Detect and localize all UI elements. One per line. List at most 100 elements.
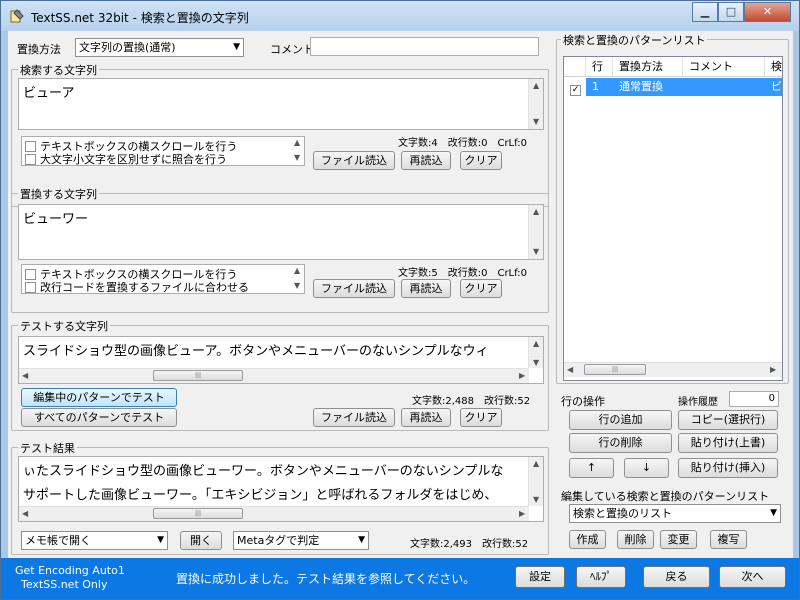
scroll-thumb[interactable]: ||| <box>584 364 646 375</box>
scroll-up-icon[interactable]: ▲ <box>533 81 539 90</box>
search-textarea[interactable]: ビューア ▲ ▼ <box>18 78 544 130</box>
close-button[interactable]: ✕ <box>744 2 791 22</box>
create-list-button[interactable]: 作成 <box>569 530 606 549</box>
paste-overwrite-button[interactable]: 貼り付け(上書) <box>678 433 778 453</box>
app-window: TextSS.net 32bit - 検索と置換の文字列 ▁ □ ✕ 置換方法 … <box>0 0 800 600</box>
editing-list-select[interactable]: 検索と置換のリスト ▼ <box>569 504 781 523</box>
table-row[interactable]: ✓ 1 通常置換 ビ <box>564 78 782 96</box>
column-header-check[interactable] <box>564 57 586 77</box>
open-with-select[interactable]: メモ帳で開く ▼ <box>21 531 168 550</box>
help-button[interactable]: ﾍﾙﾌﾟ <box>576 566 626 588</box>
chevron-down-icon: ▼ <box>157 535 164 545</box>
search-load-file-button[interactable]: ファイル読込 <box>313 151 395 170</box>
search-reload-button[interactable]: 再読込 <box>401 151 451 170</box>
search-option-ignore-case[interactable]: 大文字小文字を区別せずに照合を行う <box>25 151 227 166</box>
copy-selected-button[interactable]: コピー(選択行) <box>678 410 778 430</box>
scroll-down-icon[interactable]: ▼ <box>294 153 300 162</box>
replace-clear-button[interactable]: クリア <box>460 279 502 298</box>
replace-option-newline[interactable]: 改行コードを置換するファイルに合わせる <box>25 279 249 294</box>
editing-list-title: 編集している検索と置換のパターンリスト <box>561 490 770 503</box>
test-string-textarea[interactable]: スライドショウ型の画像ビューア。ボタンやメニューバーのないシンプルなウィ ▲ ▼… <box>18 336 544 384</box>
test-string-group: テストする文字列 スライドショウ型の画像ビューア。ボタンやメニューバーのないシン… <box>11 318 549 431</box>
scroll-thumb[interactable]: ||| <box>153 508 243 519</box>
search-option-ignore-case-label: 大文字小文字を区別せずに照合を行う <box>40 153 227 166</box>
duplicate-list-button[interactable]: 複写 <box>710 530 747 549</box>
scroll-down-icon[interactable]: ▼ <box>533 358 539 367</box>
paste-insert-button[interactable]: 貼り付け(挿入) <box>678 458 778 478</box>
test-reload-button[interactable]: 再読込 <box>401 408 451 427</box>
scroll-right-icon[interactable]: ▶ <box>770 365 776 374</box>
scroll-left-icon[interactable]: ◀ <box>22 371 28 380</box>
row-checkbox-cell[interactable]: ✓ <box>564 78 586 96</box>
scroll-down-icon[interactable]: ▼ <box>533 495 539 504</box>
title-bar: TextSS.net 32bit - 検索と置換の文字列 ▁ □ ✕ <box>1 1 799 31</box>
row-number-cell: 1 <box>592 80 599 93</box>
encoding-status: Get Encoding Auto1 <box>15 564 125 577</box>
scroll-up-icon[interactable]: ▲ <box>533 339 539 348</box>
checkbox-icon[interactable] <box>25 282 36 293</box>
encoding-judge-select[interactable]: Metaタグで判定 ▼ <box>233 531 369 550</box>
replace-load-file-button[interactable]: ファイル読込 <box>313 279 395 298</box>
delete-list-button[interactable]: 削除 <box>617 530 654 549</box>
pattern-list-view[interactable]: 行 置換方法 コメント 検 ✓ 1 通常置換 ビ ◀ ||| ▶ <box>563 56 783 381</box>
replace-option-hscroll[interactable]: テキストボックスの横スクロールを行う <box>25 266 237 281</box>
scroll-thumb[interactable]: ||| <box>153 370 243 381</box>
move-down-button[interactable]: ↓ <box>624 458 669 478</box>
change-list-button[interactable]: 変更 <box>660 530 697 549</box>
scroll-up-icon[interactable]: ▲ <box>294 138 300 147</box>
search-option-hscroll[interactable]: テキストボックスの横スクロールを行う <box>25 138 237 153</box>
test-all-patterns-button[interactable]: すべてのパターンでテスト <box>21 408 177 427</box>
column-header-method[interactable]: 置換方法 <box>613 57 683 77</box>
add-row-button[interactable]: 行の追加 <box>569 410 672 430</box>
test-string-hscrollbar[interactable]: ◀ ||| ▶ <box>19 368 529 383</box>
test-editing-pattern-button[interactable]: 編集中のパターンでテスト <box>21 388 177 407</box>
test-result-group-title: テスト結果 <box>18 440 77 456</box>
scroll-left-icon[interactable]: ◀ <box>567 365 573 374</box>
move-up-button[interactable]: ↑ <box>569 458 614 478</box>
chevron-down-icon: ▼ <box>233 42 240 52</box>
scroll-up-icon[interactable]: ▲ <box>294 266 300 275</box>
scroll-right-icon[interactable]: ▶ <box>519 371 525 380</box>
scroll-up-icon[interactable]: ▲ <box>533 207 539 216</box>
open-button[interactable]: 開く <box>180 531 222 550</box>
search-group-title: 検索する文字列 <box>18 62 99 78</box>
replace-vscrollbar[interactable]: ▲ ▼ <box>528 205 543 259</box>
test-load-file-button[interactable]: ファイル読込 <box>313 408 395 427</box>
scroll-down-icon[interactable]: ▼ <box>533 247 539 256</box>
test-result-textarea[interactable]: ぃたスライドショウ型の画像ビューワー。ボタンやメニューバーのないシンプルな サポ… <box>18 456 544 522</box>
next-button[interactable]: 次へ <box>719 566 786 588</box>
delete-row-button[interactable]: 行の削除 <box>569 433 672 453</box>
scroll-right-icon[interactable]: ▶ <box>519 509 525 518</box>
pattern-list-hscrollbar[interactable]: ◀ ||| ▶ <box>564 362 782 377</box>
test-result-hscrollbar[interactable]: ◀ ||| ▶ <box>19 506 529 521</box>
replace-group-title: 置換する文字列 <box>18 186 99 202</box>
checkbox-icon[interactable] <box>25 154 36 165</box>
search-clear-button[interactable]: クリア <box>460 151 502 170</box>
checked-checkbox-icon[interactable]: ✓ <box>570 85 581 96</box>
replace-stats: 文字数:5 改行数:0 CrLf:0 <box>398 268 528 279</box>
test-string-stats: 文字数:2,488 改行数:52 <box>412 396 531 407</box>
row-search-cell: ビ <box>771 80 782 93</box>
settings-button[interactable]: 設定 <box>515 566 565 588</box>
scroll-down-icon[interactable]: ▼ <box>533 117 539 126</box>
replace-textarea[interactable]: ビューワー ▲ ▼ <box>18 204 544 260</box>
test-clear-button[interactable]: クリア <box>460 408 502 427</box>
replace-method-select[interactable]: 文字列の置換(通常) ▼ <box>75 38 244 57</box>
column-header-row[interactable]: 行 <box>586 57 613 77</box>
back-button[interactable]: 戻る <box>643 566 710 588</box>
column-header-search[interactable]: 検 <box>765 57 782 77</box>
replace-method-label: 置換方法 <box>17 43 61 56</box>
test-string-vscrollbar[interactable]: ▲ ▼ <box>528 337 543 368</box>
scroll-left-icon[interactable]: ◀ <box>22 509 28 518</box>
scroll-up-icon[interactable]: ▲ <box>533 459 539 468</box>
scroll-down-icon[interactable]: ▼ <box>294 281 300 290</box>
maximize-button[interactable]: □ <box>718 2 744 22</box>
window-title: TextSS.net 32bit - 検索と置換の文字列 <box>31 11 249 25</box>
test-result-line-2: サポートした画像ビューワー。「エキシビジョン」と呼ばれるフォルダをはじめ、 <box>23 488 498 503</box>
column-header-comment[interactable]: コメント <box>683 57 765 77</box>
comment-input[interactable] <box>310 37 539 56</box>
minimize-button[interactable]: ▁ <box>692 2 718 22</box>
search-vscrollbar[interactable]: ▲ ▼ <box>528 79 543 129</box>
replace-reload-button[interactable]: 再読込 <box>401 279 451 298</box>
test-result-vscrollbar[interactable]: ▲ ▼ <box>528 457 543 506</box>
